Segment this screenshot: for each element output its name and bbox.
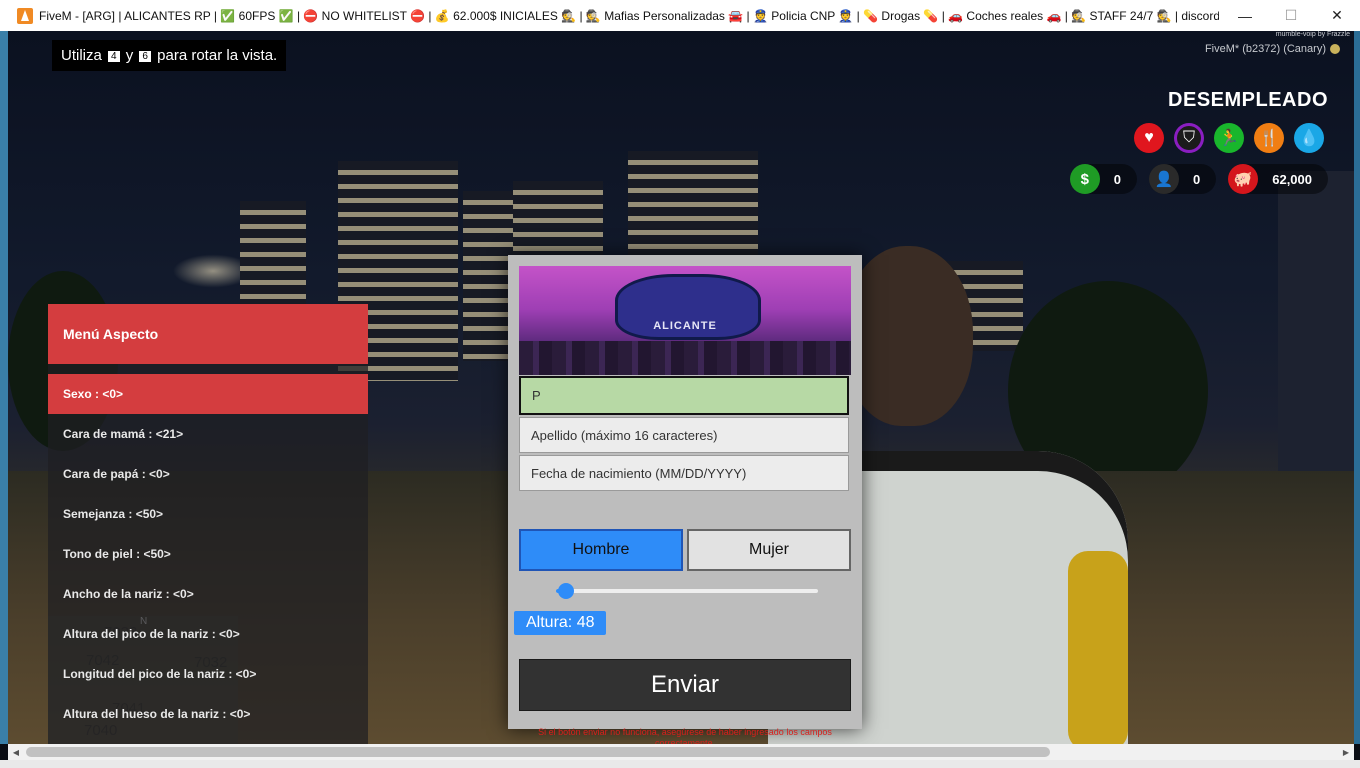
money-item: 👤 0: [1149, 164, 1217, 194]
maximize-button[interactable]: ☐: [1268, 0, 1314, 31]
window-title: FiveM - [ARG] | ALICANTES RP | ✅ 60FPS ✅…: [39, 8, 1219, 23]
cash-icon: $: [1069, 164, 1100, 194]
menu-item[interactable]: Sexo : <0>: [48, 374, 368, 414]
fivem-app-icon: [17, 7, 33, 24]
banner-cityscape: [519, 341, 851, 375]
server-banner: ALICANTE: [519, 266, 851, 375]
scrollbar-thumb[interactable]: [26, 747, 1050, 757]
menu-item[interactable]: Altura del hueso de la nariz : <0>: [48, 694, 368, 734]
horizontal-scrollbar[interactable]: ◀ ▶: [8, 744, 1354, 760]
window-bottom-border: [0, 760, 1360, 768]
menu-item[interactable]: Altura del pico de la nariz : <0>: [48, 614, 368, 654]
money-value: 62,000: [1272, 171, 1312, 187]
menu-item[interactable]: Cara de papá : <0>: [48, 454, 368, 494]
first-name-input[interactable]: [519, 376, 849, 415]
aspect-menu-title: Menú Aspecto: [48, 304, 368, 364]
food-icon: 🍴: [1254, 123, 1284, 153]
minimize-button[interactable]: —: [1222, 0, 1268, 31]
fivem-globe-icon: [1330, 44, 1340, 54]
fivem-version: FiveM* (b2372) (Canary): [1204, 43, 1326, 55]
hint-middle: y: [125, 47, 134, 64]
menu-item[interactable]: Ancho de la nariz : <0>: [48, 574, 368, 614]
height-slider[interactable]: [556, 583, 818, 599]
character-head: [843, 246, 973, 426]
building: [628, 151, 758, 261]
money-display: $0 👤 0 🐖 62,000: [1069, 164, 1328, 194]
menu-item[interactable]: Cara de mamá : <21>: [48, 414, 368, 454]
menu-item[interactable]: Longitud del pico de la nariz : <0>: [48, 654, 368, 694]
mumble-credit: mumble-voip by Frazzle: [1275, 31, 1350, 38]
submit-help-note: Si el botón enviar no funciona, asegúres…: [538, 727, 832, 744]
aspect-menu: Menú Aspecto Sexo : <0> Cara de mamá : <2…: [48, 304, 368, 744]
last-name-input[interactable]: [519, 417, 849, 453]
window-right-edge: [1354, 31, 1360, 744]
window-titlebar: FiveM - [ARG] | ALICANTES RP | ✅ 60FPS ✅…: [0, 0, 1360, 32]
building: [1278, 171, 1354, 491]
window-left-edge: [0, 31, 8, 744]
key-4-icon: 4: [108, 51, 120, 62]
game-viewport[interactable]: Utiliza 4 y 6 para rotar la vista. mumbl…: [8, 31, 1354, 744]
heart-icon: ♥: [1134, 123, 1164, 153]
scroll-right-icon[interactable]: ▶: [1338, 744, 1354, 760]
character-sleeve: [1068, 551, 1128, 744]
logo-text: ALICANTE: [653, 320, 717, 332]
height-label: Altura: 48: [514, 611, 607, 635]
money-value: 0: [1113, 171, 1121, 187]
water-icon: 💧: [1294, 123, 1324, 153]
female-button[interactable]: Mujer: [687, 529, 851, 571]
submit-button[interactable]: Enviar: [519, 659, 851, 711]
scroll-left-icon[interactable]: ◀: [8, 744, 24, 760]
male-button[interactable]: Hombre: [519, 529, 683, 571]
close-button[interactable]: ✕: [1314, 0, 1360, 31]
status-icons: ♥ ⛉ 🏃 🍴 💧: [1134, 123, 1324, 153]
dirty-money-icon: 👤: [1149, 164, 1179, 194]
menu-item[interactable]: Tono de piel : <50>: [48, 534, 368, 574]
key-6-icon: 6: [139, 51, 151, 62]
bank-icon: 🐖: [1228, 164, 1259, 194]
height-slider-thumb[interactable]: [558, 583, 575, 599]
money-item: $0: [1069, 164, 1137, 194]
birthdate-input[interactable]: [519, 455, 849, 491]
hint-prefix: Utiliza: [61, 47, 102, 64]
money-item: 🐖 62,000: [1228, 164, 1328, 194]
registration-panel: ALICANTE Hombre Mujer Altura: 48 Enviar …: [508, 255, 862, 744]
hint-suffix: para rotar la vista.: [157, 47, 278, 64]
money-value: 0: [1193, 171, 1201, 187]
run-icon: 🏃: [1214, 123, 1244, 153]
shield-icon: ⛉: [1174, 123, 1204, 153]
menu-item[interactable]: Semejanza : <50>: [48, 494, 368, 534]
rotate-view-hint: Utiliza 4 y 6 para rotar la vista.: [52, 40, 287, 71]
job-label: DESEMPLEADO: [1168, 89, 1328, 111]
